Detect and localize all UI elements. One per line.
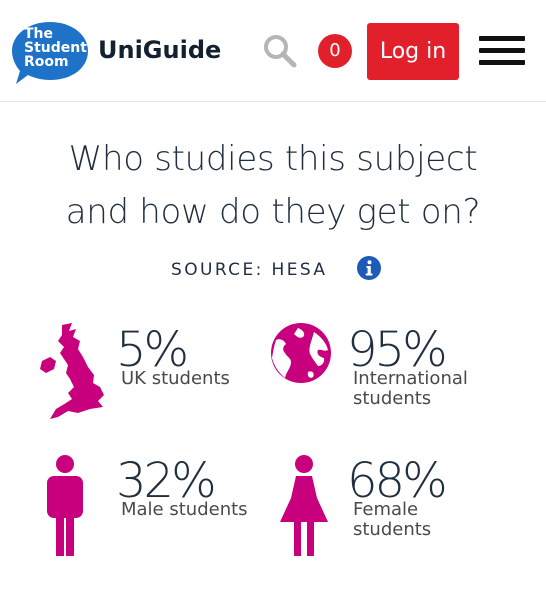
label-line: students — [353, 388, 432, 409]
logo-line: Student — [24, 40, 87, 56]
international-label: International students — [353, 369, 468, 409]
globe-icon — [271, 323, 331, 383]
label-line: students — [353, 519, 432, 540]
section-heading: Who studies this subject and how do they… — [0, 133, 546, 239]
notification-badge[interactable]: 0 — [318, 34, 352, 68]
label-line: International — [353, 368, 468, 389]
heading-line: Who studies this subject — [68, 139, 478, 179]
logo-line: The — [24, 26, 54, 42]
menu-icon[interactable] — [479, 33, 525, 69]
info-icon[interactable] — [357, 256, 381, 280]
logo-line: Room — [24, 54, 69, 70]
search-icon[interactable] — [262, 33, 298, 69]
uk-label: UK students — [121, 368, 230, 389]
male-label: Male students — [121, 499, 248, 520]
label-line: Female — [353, 499, 419, 520]
top-header: The Student Room UniGuide 0 Log in — [0, 0, 546, 102]
heading-line: and how do they get on? — [65, 192, 481, 232]
source-label: SOURCE: HESA — [171, 260, 328, 280]
female-label: Female students — [353, 500, 431, 540]
brand-name[interactable]: UniGuide — [98, 32, 221, 68]
login-button[interactable]: Log in — [367, 23, 459, 80]
logo-text: The Student Room — [24, 27, 94, 69]
male-icon — [47, 455, 83, 556]
female-icon — [280, 455, 328, 556]
uk-map-icon — [40, 323, 104, 419]
